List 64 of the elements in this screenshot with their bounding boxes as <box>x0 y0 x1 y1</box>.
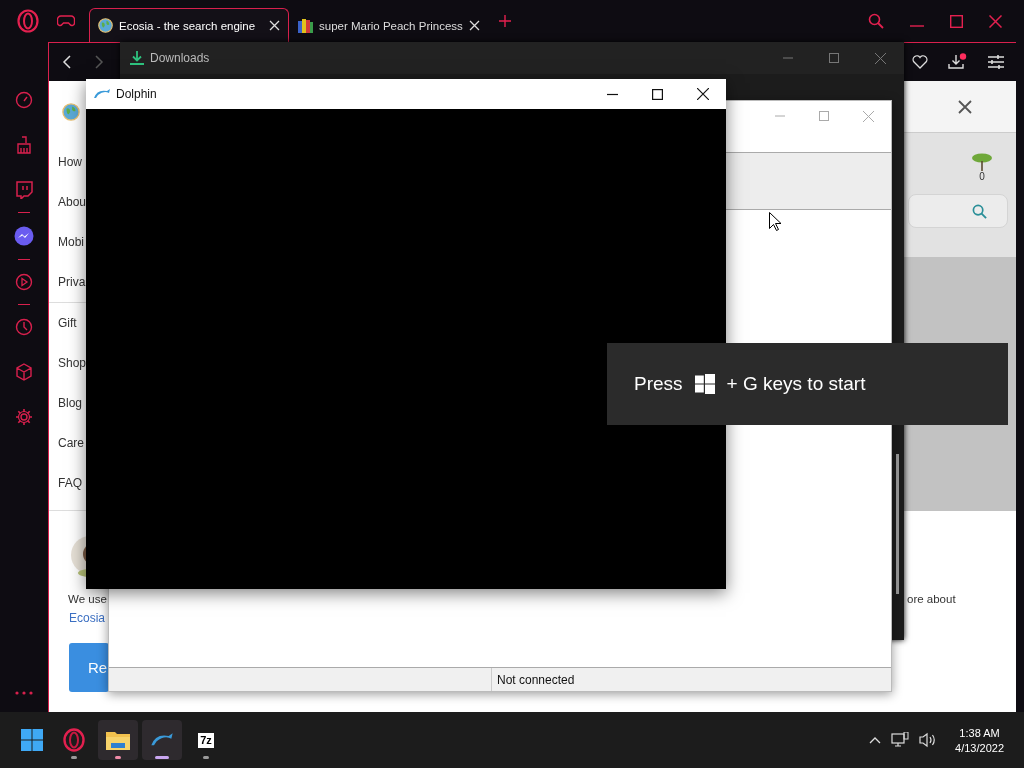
sliders-icon[interactable] <box>988 55 1004 69</box>
folder-icon <box>106 730 130 750</box>
menu-item[interactable]: Shop <box>58 343 87 383</box>
menu-item[interactable]: Abou <box>58 182 87 222</box>
globe-icon <box>98 18 113 33</box>
chevron-up-icon[interactable] <box>869 736 882 744</box>
opera-logo-icon <box>63 728 85 752</box>
search-field[interactable] <box>908 194 1008 228</box>
messenger-icon[interactable] <box>14 226 34 246</box>
browser-tab[interactable]: Ecosia - the search engine <box>89 8 289 42</box>
status-text: Not connected <box>496 672 575 687</box>
download-icon[interactable] <box>948 53 968 71</box>
globe-icon[interactable] <box>62 102 80 121</box>
volume-icon[interactable] <box>919 732 938 748</box>
gamepad-icon[interactable] <box>57 15 75 27</box>
taskbar-app[interactable] <box>142 720 182 760</box>
speedometer-icon[interactable] <box>15 91 33 109</box>
heart-icon[interactable] <box>912 55 928 69</box>
tree-icon <box>971 153 993 171</box>
more-icon[interactable] <box>15 691 33 695</box>
clock-icon[interactable] <box>15 318 33 336</box>
dolphin-icon <box>149 732 175 748</box>
menu-item[interactable]: FAQ <box>58 463 82 503</box>
privacy-link[interactable]: Ecosia <box>69 611 106 625</box>
menu-item[interactable]: Gift <box>58 303 77 343</box>
toast-text: Press <box>634 373 683 395</box>
search-icon[interactable] <box>972 203 987 219</box>
download-icon <box>130 51 144 65</box>
taskbar-app[interactable] <box>98 720 138 760</box>
menu-item[interactable]: Blog <box>58 383 83 423</box>
toast-text: + G keys to start <box>726 373 866 395</box>
windows-logo-icon[interactable] <box>21 729 43 751</box>
cube-icon[interactable] <box>15 363 33 381</box>
forward-icon[interactable] <box>95 55 104 69</box>
clock-date[interactable]: 4/13/2022 <box>955 741 1004 754</box>
taskbar-app[interactable]: 7z <box>186 720 226 760</box>
menu-item[interactable]: Care <box>58 423 84 463</box>
colored-bars-icon <box>298 18 313 33</box>
search-icon[interactable] <box>868 13 884 29</box>
window-title: Downloads <box>150 51 210 65</box>
archiver-icon: 7z <box>198 732 214 748</box>
chat-bubble-icon[interactable] <box>15 181 33 199</box>
menu-item[interactable]: How <box>58 142 82 182</box>
settings-icon[interactable] <box>15 408 33 426</box>
maximize-icon[interactable] <box>652 88 663 100</box>
cookie-text: ore about <box>907 593 956 605</box>
scrollbar[interactable] <box>896 454 899 594</box>
cookie-text: We use <box>68 593 107 605</box>
play-icon[interactable] <box>15 273 33 291</box>
broom-icon[interactable] <box>15 136 33 154</box>
browser-tab[interactable]: super Mario Peach Princess <box>289 8 489 42</box>
opera-logo-icon[interactable] <box>17 9 39 33</box>
dolphin-icon <box>93 88 111 100</box>
close-icon[interactable] <box>697 88 709 100</box>
network-icon[interactable] <box>891 732 910 748</box>
menu-item[interactable]: Priva <box>58 262 86 302</box>
close-icon[interactable] <box>958 99 972 114</box>
clock-time[interactable]: 1:38 AM <box>959 726 1000 739</box>
windows-logo-icon <box>694 374 715 394</box>
window-title: Dolphin <box>116 87 157 101</box>
new-tab-icon[interactable] <box>499 15 511 27</box>
tree-count: 0 <box>979 171 985 182</box>
menu-item[interactable]: Mobi <box>58 222 84 262</box>
back-icon[interactable] <box>62 55 71 69</box>
